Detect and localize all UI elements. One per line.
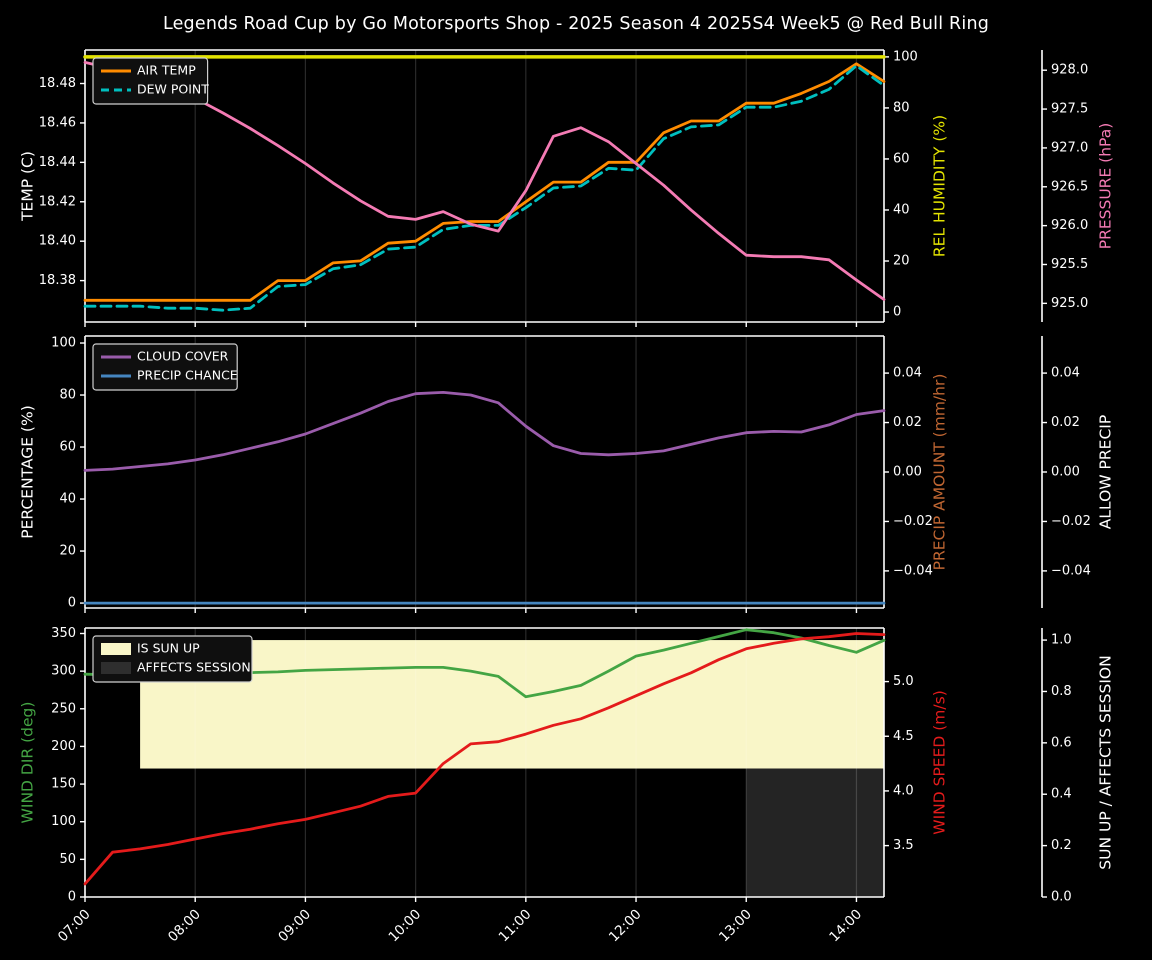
tick-label: 18.40 [39,234,76,249]
tick-label: 18.46 [39,115,76,130]
tick-label: 0.4 [1051,787,1072,802]
tick-label: 925.5 [1051,257,1088,272]
legend-swatch [101,662,131,674]
panel-precipitation: 0 20 40 60 80 100 −0.04 −0.02 0.00 0.02 0.04 −0.04 −… [19,335,1115,613]
tick-label: 0.00 [893,465,922,480]
tick-label: 0.00 [1051,465,1080,480]
left-axis-label: WIND DIR (deg) [19,702,37,824]
left-axis-label: PERCENTAGE (%) [19,405,37,539]
tick-label: 0.04 [893,366,922,381]
tick-label: 925.0 [1051,296,1088,311]
legend: IS SUN UP AFFECTS SESSION [92,635,253,683]
tick-label: 60 [59,440,76,455]
series-cloud-cover [83,390,886,472]
tick-label: 0.6 [1051,735,1072,750]
tick-label: −0.04 [893,563,933,578]
tick-label: 0.2 [1051,838,1072,853]
tick-label: 40 [59,492,76,507]
legend-label: IS SUN UP [137,641,200,656]
x-tick-label: 08:00 [165,906,204,945]
chart-canvas: 18.38 18.40 18.42 18.44 18.46 18.48 0 20 40 60 80 1… [19,49,1115,945]
panel-wind-sun: 0 50 100 150 200 250 300 350 3.5 4.0 4.5 5.0 0.0 0.2 0… [19,626,1115,945]
x-tick-label: 11:00 [496,906,535,945]
tick-label: 18.42 [39,194,76,209]
tick-label: 5.0 [893,674,914,689]
left-axis-label: TEMP (C) [19,151,37,222]
tick-label: 300 [51,664,76,679]
right-axis-1-label: REL HUMIDITY (%) [931,115,949,257]
tick-label: 0 [893,305,901,320]
tick-label: 927.0 [1051,140,1088,155]
x-tick-label: 12:00 [606,906,645,945]
region-affects-session [746,768,884,897]
right-axis-2-label: ALLOW PRECIP [1097,415,1115,529]
tick-label: 0.04 [1051,366,1080,381]
tick-label: 18.44 [39,155,76,170]
x-tick-label: 10:00 [385,906,424,945]
legend-label: AFFECTS SESSION [137,660,251,675]
tick-label: 4.5 [893,729,914,744]
tick-label: 100 [51,814,76,829]
tick-label: 1.0 [1051,633,1072,648]
tick-label: 4.0 [893,783,914,798]
tick-label: 0 [68,596,76,611]
tick-label: 20 [893,254,910,269]
panel-temperature: 18.38 18.40 18.42 18.44 18.46 18.48 0 20 40 60 80 1… [19,49,1115,327]
legend: CLOUD COVER PRECIP CHANCE [92,343,238,391]
tick-label: 50 [59,852,76,867]
tick-label: 350 [51,626,76,641]
right-axis-2-label: SUN UP / AFFECTS SESSION [1097,655,1115,869]
tick-label: 0.02 [1051,415,1080,430]
tick-label: 100 [893,49,918,64]
tick-label: 926.0 [1051,218,1088,233]
x-tick-label: 09:00 [275,906,314,945]
right-axis-1-label: WIND SPEED (m/s) [931,690,949,834]
legend-swatch [101,643,131,655]
x-tick-label: 13:00 [716,906,755,945]
x-tick-label: 14:00 [826,906,865,945]
legend-label: CLOUD COVER [137,349,229,364]
weather-figure: Legends Road Cup by Go Motorsports Shop … [0,0,1152,960]
legend-label: AIR TEMP [137,63,196,78]
legend: AIR TEMP DEW POINT [92,57,209,105]
tick-label: −0.02 [1051,514,1091,529]
tick-label: 250 [51,701,76,716]
tick-label: 20 [59,544,76,559]
legend-label: DEW POINT [137,82,209,97]
tick-label: 3.5 [893,838,914,853]
tick-label: 0.8 [1051,684,1072,699]
right-axis-1-label: PRECIP AMOUNT (mm/hr) [931,374,949,571]
right-axis-2-label: PRESSURE (hPa) [1097,123,1115,250]
tick-label: 60 [893,151,910,166]
tick-label: 0.0 [1051,890,1072,905]
tick-label: 150 [51,777,76,792]
tick-label: −0.02 [893,514,933,529]
tick-label: −0.04 [1051,563,1091,578]
tick-label: 200 [51,739,76,754]
tick-label: 0 [68,890,76,905]
legend-label: PRECIP CHANCE [137,368,238,383]
tick-label: 928.0 [1051,63,1088,78]
tick-label: 927.5 [1051,102,1088,117]
tick-label: 18.38 [39,273,76,288]
tick-label: 0.02 [893,415,922,430]
tick-label: 100 [51,336,76,351]
x-tick-label: 07:00 [55,906,94,945]
tick-label: 80 [59,388,76,403]
tick-label: 926.5 [1051,179,1088,194]
tick-label: 80 [893,100,910,115]
tick-label: 40 [893,202,910,217]
tick-label: 18.48 [39,76,76,91]
